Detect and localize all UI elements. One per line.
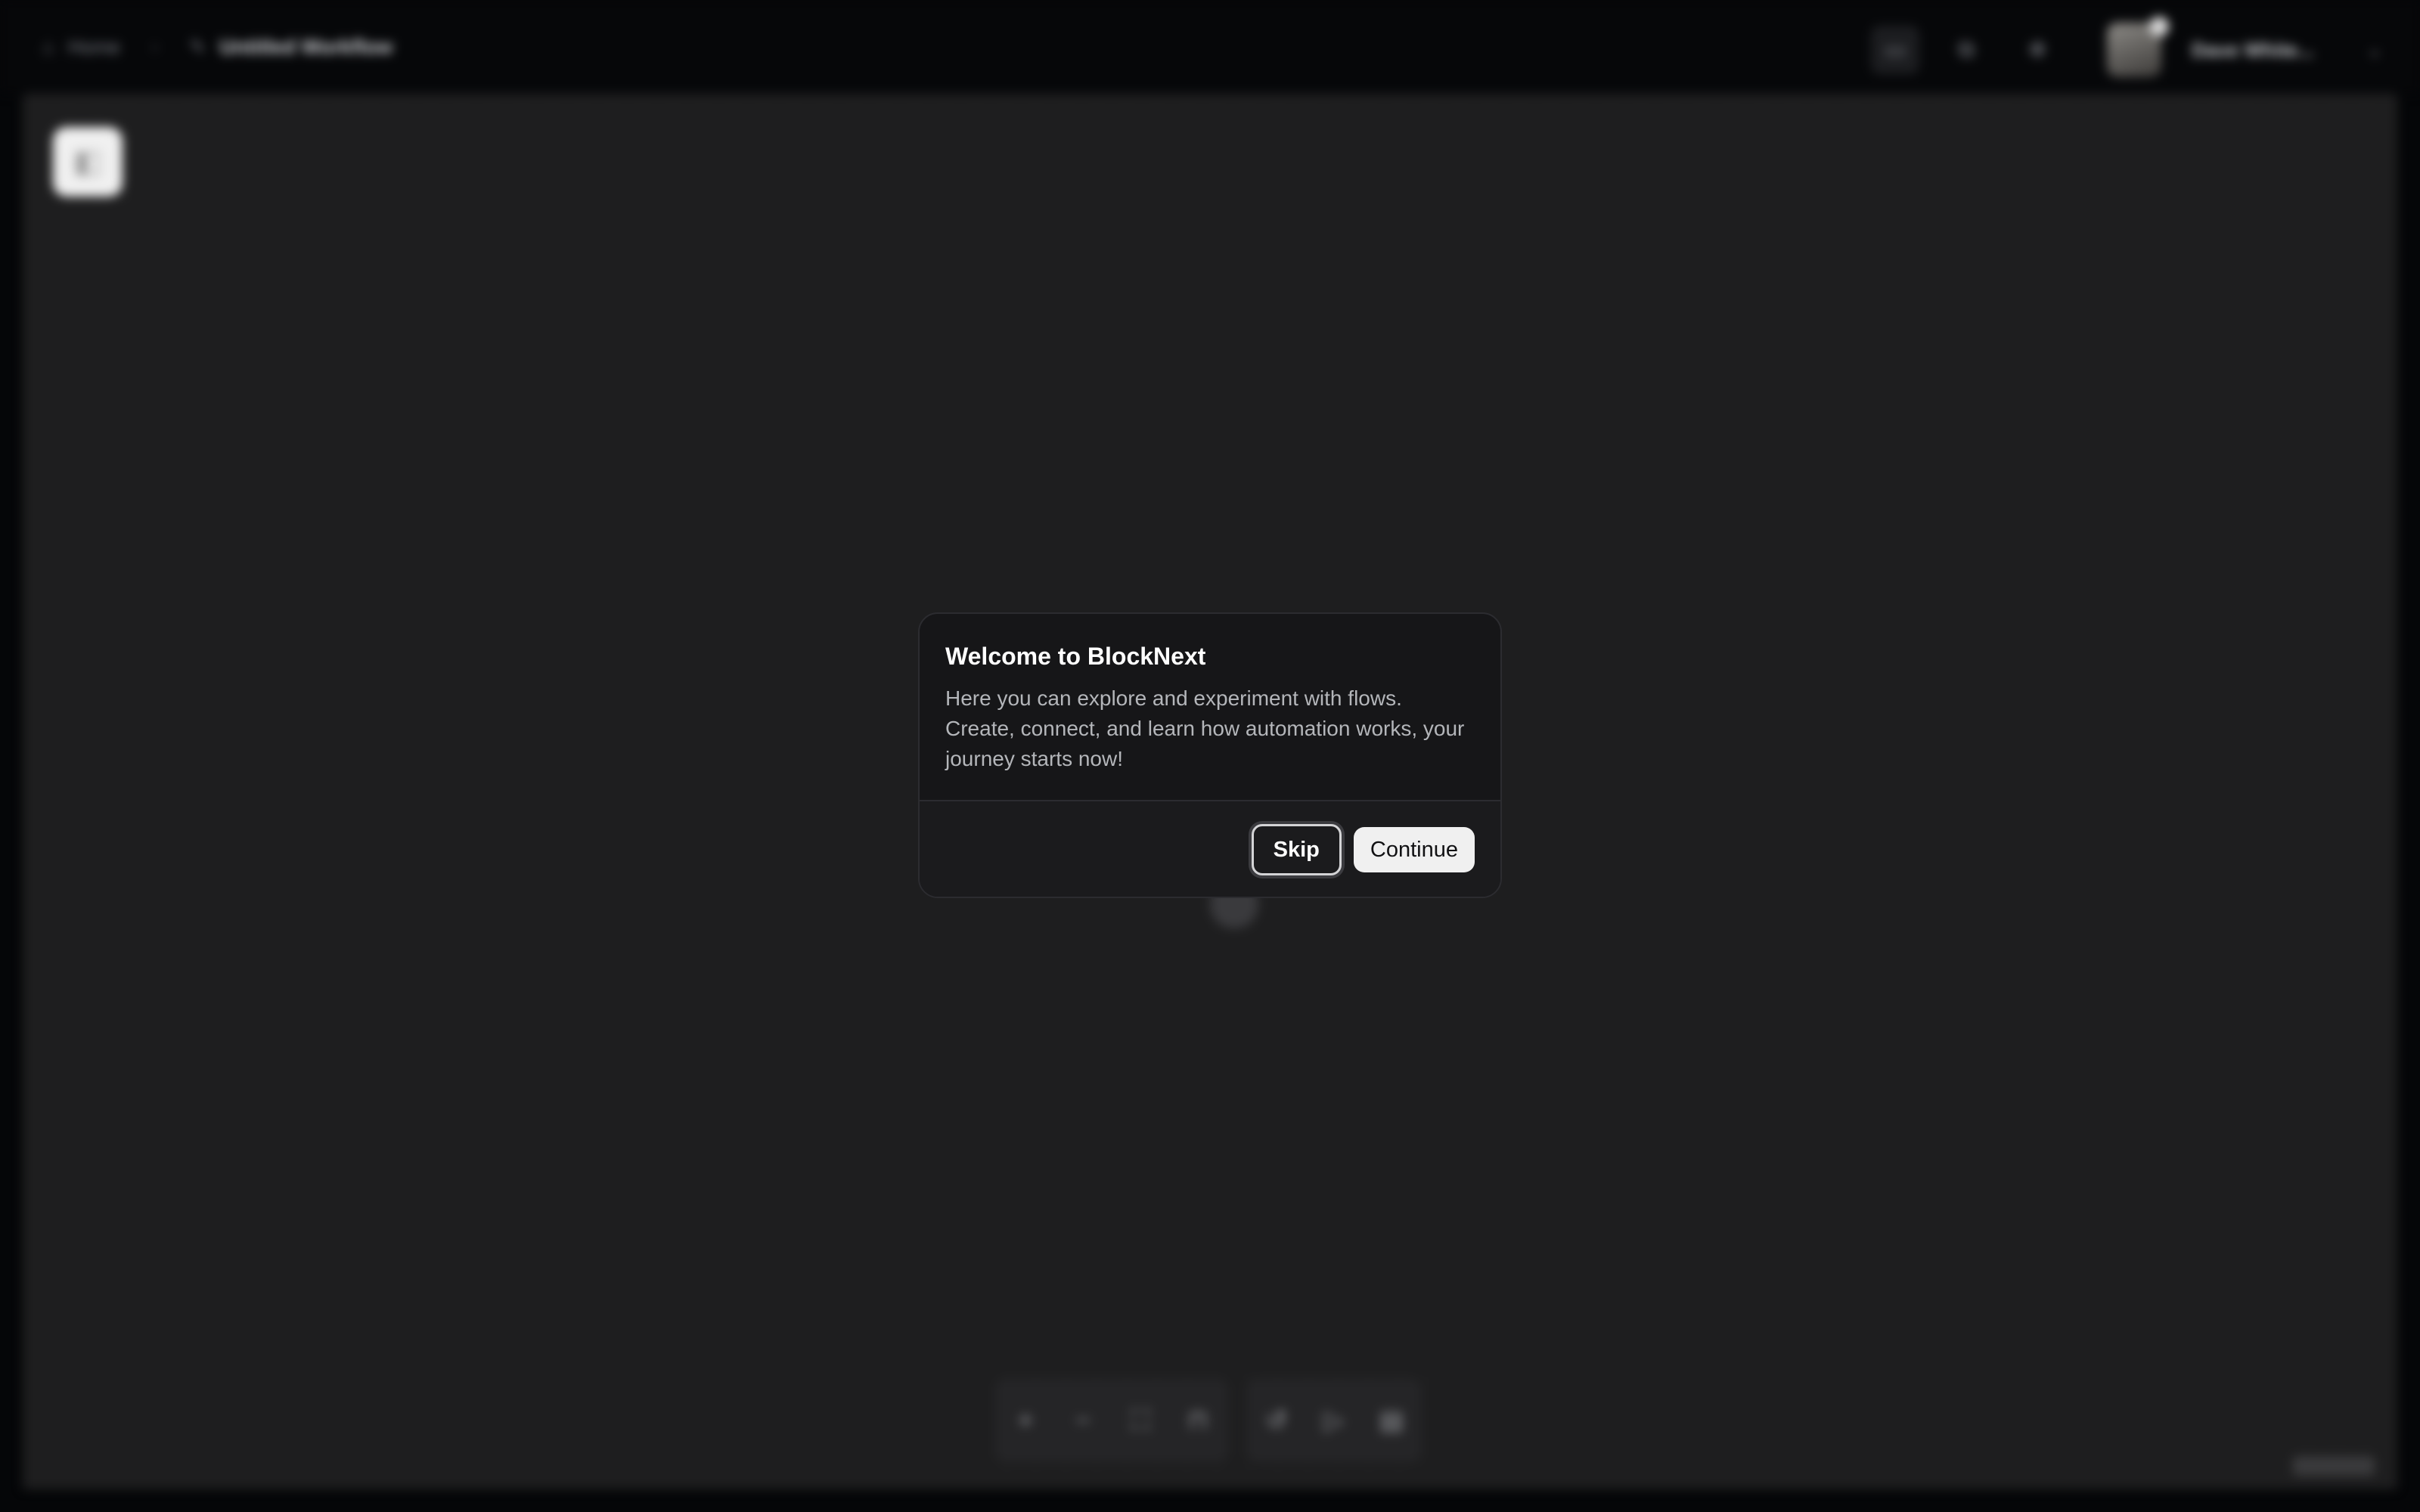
canvas-toolbar: + − ⛶ ⊓ ↺ ▷ ▤ (995, 1379, 1422, 1462)
skip-button[interactable]: Skip (1251, 824, 1342, 875)
minimap[interactable] (2293, 1456, 2375, 1476)
chat-icon[interactable]: ▭ (1871, 26, 1920, 74)
continue-button[interactable]: Continue (1353, 827, 1475, 872)
lock-icon[interactable]: ⊓ (1183, 1405, 1213, 1436)
sidebar-toggle-icon[interactable]: ◧ (53, 127, 123, 197)
zoom-tool-group: + − ⛶ ⊓ (995, 1379, 1228, 1462)
chevron-right-icon: › (152, 37, 158, 56)
chevron-down-icon[interactable]: ⌄ (2367, 39, 2382, 61)
history-icon[interactable]: ⧉ (1942, 26, 1990, 74)
save-icon[interactable]: ▤ (1376, 1405, 1407, 1436)
top-actions: ▭ ⧉ ✲ Dave White... ⌄ (1871, 17, 2382, 77)
dialog-body: Welcome to BlockNext Here you can explor… (920, 614, 1500, 800)
zoom-in-icon[interactable]: + (1010, 1405, 1041, 1436)
workflow-title[interactable]: Untitled Workflow (219, 36, 392, 59)
history-tool-group: ↺ ▷ ▤ (1246, 1379, 1422, 1462)
avatar[interactable] (2107, 17, 2170, 77)
undo-icon[interactable]: ↺ (1261, 1405, 1292, 1436)
gear-icon[interactable]: ✲ (2013, 26, 2062, 74)
user-name[interactable]: Dave White... (2192, 39, 2314, 62)
top-bar: ⌂ Home › ✎ Untitled Workflow ▭ ⧉ ✲ Dave … (0, 0, 2420, 94)
home-icon[interactable]: ⌂ (42, 36, 54, 59)
zoom-out-icon[interactable]: − (1068, 1405, 1098, 1436)
welcome-dialog: Welcome to BlockNext Here you can explor… (918, 612, 1502, 898)
breadcrumb: ⌂ Home › ✎ Untitled Workflow (42, 36, 392, 59)
home-link[interactable]: Home (68, 36, 120, 59)
workflow-icon: ✎ (189, 35, 206, 58)
dialog-footer: Skip Continue (920, 800, 1500, 897)
notification-dot (2149, 17, 2170, 36)
fit-view-icon[interactable]: ⛶ (1125, 1405, 1156, 1436)
dialog-title: Welcome to BlockNext (945, 643, 1206, 670)
run-icon[interactable]: ▷ (1319, 1405, 1349, 1436)
dialog-description: Here you can explore and experiment with… (945, 686, 1465, 770)
